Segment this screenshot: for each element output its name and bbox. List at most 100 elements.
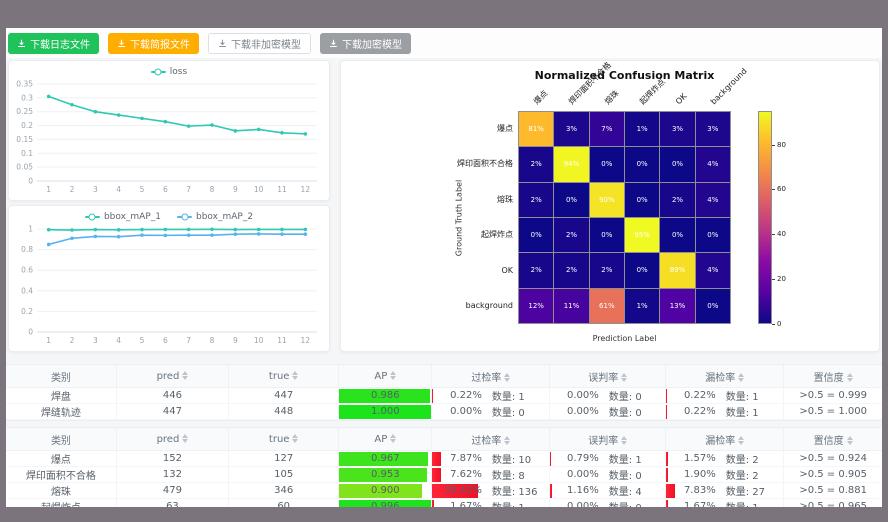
col-header-true[interactable]: true [229,428,339,451]
col-header-AP[interactable]: AP [339,365,432,388]
download-report-button[interactable]: 下载简报文件 [108,33,199,54]
sort-caret-icon[interactable] [738,436,744,445]
colorbar-tickmark [772,234,775,235]
confusion-cell-value: 0% [601,160,612,168]
download-log-label: 下载日志文件 [30,36,90,51]
misscheck-pct: 0.22% [676,390,716,401]
ap-cell: 1.000 [339,404,432,420]
download-icon [218,39,227,48]
svg-text:1: 1 [28,225,33,234]
misjudge-cell: 1.16%数量: 4 [550,483,666,499]
svg-text:0.05: 0.05 [16,163,33,172]
misjudge-pct: 0.00% [559,469,599,480]
col-header-置信度[interactable]: 置信度 [784,365,882,388]
sort-caret-icon[interactable] [504,373,510,382]
overcheck-cell: 0.00%数量: 0 [432,404,550,420]
confusion-row-label: 起焊炸点 [341,230,513,240]
colorbar-tickmark [772,279,775,280]
pred-cell: 479 [116,483,228,499]
misjudge-count: 数量: 1 [609,451,657,466]
confusion-cell-value: 2% [531,196,542,204]
col-header-AP[interactable]: AP [339,428,432,451]
confusion-cell: 0% [625,253,659,287]
col-header-漏检率[interactable]: 漏检率 [666,365,784,388]
confusion-cell: 61% [590,289,624,323]
sort-caret-icon[interactable] [390,371,396,380]
confidence-cell: >0.5 = 0.999 [784,388,882,404]
confusion-cell-value: 1% [637,125,648,133]
confusion-cell: 3% [660,112,694,146]
sort-caret-icon[interactable] [504,436,510,445]
sort-caret-icon[interactable] [621,436,627,445]
true-cell: 448 [229,404,339,420]
legend-item-bbox-map-1[interactable]: bbox_mAP_1 [85,212,161,222]
confusion-cell: 12% [519,289,553,323]
misjudge-cell: 0.00%数量: 0 [550,404,666,420]
sort-caret-icon[interactable] [292,434,298,443]
misscheck-cell: 0.22%数量: 1 [666,388,784,404]
confusion-matrix-title: Normalized Confusion Matrix [518,69,731,82]
confusion-cell-value: 3% [566,125,577,133]
col-header-过检率[interactable]: 过检率 [432,428,550,451]
download-icon [329,39,338,48]
misjudge-cell: 0.00%数量: 0 [550,388,666,404]
col-header-pred[interactable]: pred [116,365,228,388]
sort-caret-icon[interactable] [182,434,188,443]
sort-caret-icon[interactable] [292,371,298,380]
sort-caret-icon[interactable] [390,434,396,443]
confusion-cell-value: 0% [531,231,542,239]
svg-text:0: 0 [28,328,33,337]
confusion-cell: 0% [696,289,730,323]
overcheck-count: 数量: 10 [492,451,540,466]
legend-item-loss[interactable]: loss [151,67,187,77]
sort-caret-icon[interactable] [182,371,188,380]
sort-caret-icon[interactable] [847,436,853,445]
misscheck-pct: 0.22% [676,406,716,417]
svg-text:2: 2 [70,336,75,345]
confusion-cell-value: 3% [672,125,683,133]
legend-label: loss [170,67,187,77]
ap-value: 0.900 [371,485,400,496]
download-encrypted-model-button[interactable]: 下载加密模型 [320,33,411,54]
colorbar-tick-label: 60 [777,185,786,193]
col-header-置信度[interactable]: 置信度 [784,428,882,451]
confusion-cell-value: 89% [670,266,686,274]
misscheck-count: 数量: 1 [726,499,774,507]
confusion-cell: 0% [660,147,694,181]
metrics-table-block-1: 类别predtrueAP过检率误判率漏检率置信度焊盘4464470.9860.2… [6,364,882,421]
ap-value: 0.967 [371,453,400,464]
download-unencrypted-model-button[interactable]: 下载非加密模型 [208,33,311,54]
confusion-cell: 2% [660,183,694,217]
legend-item-bbox-map-2[interactable]: bbox_mAP_2 [177,212,253,222]
col-header-误判率[interactable]: 误判率 [550,428,666,451]
confusion-cell: 0% [590,147,624,181]
svg-text:0.6: 0.6 [21,266,33,275]
col-header-误判率[interactable]: 误判率 [550,365,666,388]
misscheck-count: 数量: 2 [726,467,774,482]
download-log-button[interactable]: 下载日志文件 [8,33,99,54]
misjudge-pct: 1.16% [559,485,599,496]
sort-caret-icon[interactable] [738,373,744,382]
overcheck-count: 数量: 1 [492,499,540,507]
col-header-pred[interactable]: pred [116,428,228,451]
confusion-cell: 0% [696,218,730,252]
svg-text:9: 9 [233,185,238,194]
confusion-cell: 0% [554,183,588,217]
pred-cell: 63 [116,499,228,508]
pred-cell: 132 [116,467,228,483]
sort-caret-icon[interactable] [621,373,627,382]
confusion-row-label: 熔珠 [341,195,513,205]
overcheck-cell: 1.67%数量: 1 [432,499,550,508]
col-header-true[interactable]: true [229,365,339,388]
overcheck-count: 数量: 8 [492,467,540,482]
svg-text:1: 1 [46,336,51,345]
col-header-过检率[interactable]: 过检率 [432,365,550,388]
colorbar-tick-label: 0 [777,320,781,328]
misscheck-pct: 1.90% [676,469,716,480]
col-header-漏检率[interactable]: 漏检率 [666,428,784,451]
sort-caret-icon[interactable] [847,373,853,382]
ap-value: 0.986 [371,390,400,401]
confusion-cell: 90% [590,183,624,217]
misscheck-cell: 1.67%数量: 1 [666,499,784,508]
confusion-cell-value: 0% [637,266,648,274]
